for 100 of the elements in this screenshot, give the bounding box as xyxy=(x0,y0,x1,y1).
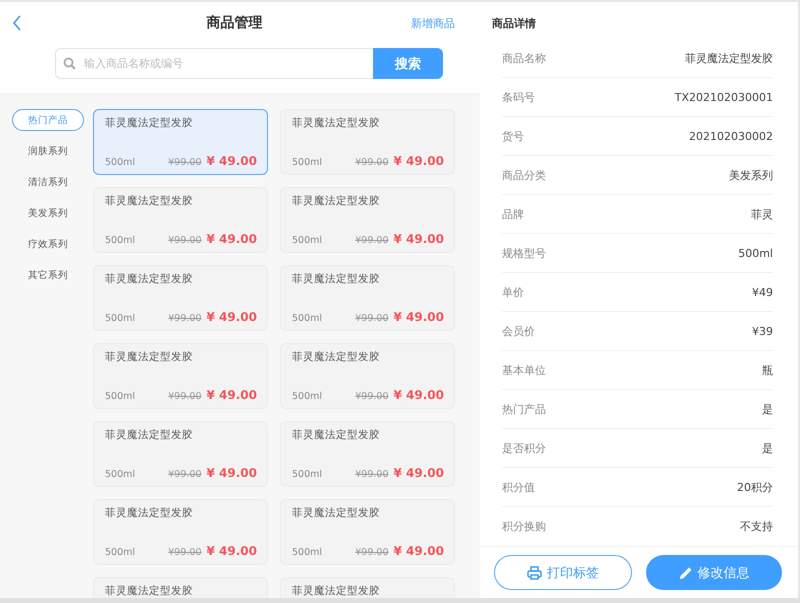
field-value: 是 xyxy=(762,402,773,416)
sale-price: ¥ 49.00 xyxy=(206,544,257,558)
product-card[interactable]: 菲灵魔法定型发胶 500ml ¥99.00 ¥ 49.00 xyxy=(93,187,268,253)
product-size: 500ml xyxy=(292,313,324,324)
product-name: 菲灵魔法定型发胶 xyxy=(292,350,381,364)
product-size: 500ml xyxy=(105,235,136,246)
product-size: 500ml xyxy=(105,313,136,324)
product-card[interactable]: 菲灵魔法定型发胶 500ml ¥99.00 ¥ 49.00 xyxy=(93,421,268,487)
product-name: 菲灵魔法定型发胶 xyxy=(105,116,194,130)
product-size: 500ml xyxy=(292,469,324,480)
original-price: ¥99.00 xyxy=(168,469,202,480)
product-card[interactable]: 菲灵魔法定型发胶 500ml ¥99.00 ¥ 49.00 xyxy=(280,265,455,331)
field-label: 商品分类 xyxy=(502,168,546,182)
original-price: ¥99.00 xyxy=(355,391,389,402)
product-card[interactable]: 菲灵魔法定型发胶 500ml ¥99.00 ¥ 49.00 xyxy=(280,499,455,565)
product-size: 500ml xyxy=(292,157,324,168)
search-icon xyxy=(63,57,76,70)
original-price: ¥99.00 xyxy=(168,547,202,558)
field-label: 积分值 xyxy=(502,480,535,494)
product-size: 500ml xyxy=(105,469,136,480)
field-value: 美发系列 xyxy=(729,168,773,182)
sale-price: ¥ 49.00 xyxy=(394,310,444,324)
category-tab[interactable]: 美发系列 xyxy=(12,202,84,224)
original-price: ¥99.00 xyxy=(168,235,202,246)
product-card[interactable]: 菲灵魔法定型发胶 xyxy=(280,577,455,598)
product-name: 菲灵魔法定型发胶 xyxy=(105,428,194,442)
field-value: 菲灵 xyxy=(751,206,773,222)
product-name: 菲灵魔法定型发胶 xyxy=(105,350,194,364)
product-card[interactable]: 菲灵魔法定型发胶 500ml ¥99.00 ¥ 49.00 xyxy=(93,109,268,175)
field-label: 热门产品 xyxy=(502,402,546,416)
product-size: 500ml xyxy=(292,547,324,558)
product-size: 500ml xyxy=(105,547,136,558)
field-label: 条码号 xyxy=(502,90,535,104)
product-card[interactable]: 菲灵魔法定型发胶 500ml ¥99.00 ¥ 49.00 xyxy=(280,109,455,175)
product-name: 菲灵魔法定型发胶 xyxy=(292,506,381,520)
product-card[interactable]: 菲灵魔法定型发胶 500ml ¥99.00 ¥ 49.00 xyxy=(280,421,455,487)
field-label: 基本单位 xyxy=(502,362,546,378)
product-card[interactable]: 菲灵魔法定型发胶 500ml ¥99.00 ¥ 49.00 xyxy=(93,499,268,565)
product-size: 500ml xyxy=(292,235,324,246)
sale-price: ¥ 49.00 xyxy=(206,154,257,168)
product-name: 菲灵魔法定型发胶 xyxy=(292,584,381,598)
pencil-icon xyxy=(678,566,692,580)
field-value: ¥39 xyxy=(752,324,773,338)
sale-price: ¥ 49.00 xyxy=(394,544,444,558)
product-card[interactable]: 菲灵魔法定型发胶 xyxy=(93,577,268,598)
details-title: 商品详情 xyxy=(491,16,537,31)
sale-price: ¥ 49.00 xyxy=(394,154,444,168)
field-value: 202102030002 xyxy=(689,130,773,142)
product-name: 菲灵魔法定型发胶 xyxy=(292,194,381,208)
category-tab[interactable]: 疗效系列 xyxy=(12,233,84,255)
sale-price: ¥ 49.00 xyxy=(206,388,257,402)
field-label: 货号 xyxy=(502,128,524,144)
printer-icon xyxy=(527,566,542,580)
product-card[interactable]: 菲灵魔法定型发胶 500ml ¥99.00 ¥ 49.00 xyxy=(93,265,268,331)
field-label: 会员价 xyxy=(502,324,535,338)
sale-price: ¥ 49.00 xyxy=(206,466,257,480)
sale-price: ¥ 49.00 xyxy=(394,466,444,480)
product-card[interactable]: 菲灵魔法定型发胶 500ml ¥99.00 ¥ 49.00 xyxy=(280,187,455,253)
category-tab[interactable]: 清洁系列 xyxy=(12,171,84,193)
product-card[interactable]: 菲灵魔法定型发胶 500ml ¥99.00 ¥ 49.00 xyxy=(93,343,268,409)
product-size: 500ml xyxy=(105,391,136,402)
search-field[interactable]: 输入商品名称或编号 xyxy=(55,48,373,79)
field-label: 商品名称 xyxy=(502,50,546,66)
original-price: ¥99.00 xyxy=(355,235,389,246)
field-value: 菲灵魔法定型发胶 xyxy=(685,50,773,66)
page-title: 商品管理 xyxy=(206,14,264,32)
product-size: 500ml xyxy=(292,391,324,402)
field-label: 单价 xyxy=(502,284,524,300)
original-price: ¥99.00 xyxy=(355,547,389,558)
field-value: ¥49 xyxy=(752,286,773,298)
product-card[interactable]: 菲灵魔法定型发胶 500ml ¥99.00 ¥ 49.00 xyxy=(280,343,455,409)
product-name: 菲灵魔法定型发胶 xyxy=(105,194,194,208)
category-tab[interactable]: 其它系列 xyxy=(12,264,84,286)
product-name: 菲灵魔法定型发胶 xyxy=(105,272,194,286)
field-value: 是 xyxy=(762,440,773,456)
chevron-left-icon xyxy=(12,15,22,31)
sale-price: ¥ 49.00 xyxy=(206,310,257,324)
category-tab[interactable]: 润肤系列 xyxy=(12,140,84,162)
original-price: ¥99.00 xyxy=(355,469,389,480)
field-label: 规格型号 xyxy=(502,246,546,260)
original-price: ¥99.00 xyxy=(168,391,202,402)
sale-price: ¥ 49.00 xyxy=(394,232,444,246)
sale-price: ¥ 49.00 xyxy=(206,232,257,246)
field-value: TX202102030001 xyxy=(674,90,773,104)
product-name: 菲灵魔法定型发胶 xyxy=(292,428,381,442)
original-price: ¥99.00 xyxy=(355,313,389,324)
field-value: 不支持 xyxy=(740,518,773,534)
field-value: 500ml xyxy=(738,246,773,260)
product-size: 500ml xyxy=(105,157,136,168)
product-name: 菲灵魔法定型发胶 xyxy=(105,584,194,598)
original-price: ¥99.00 xyxy=(168,313,202,324)
field-value: 瓶 xyxy=(762,362,773,378)
product-name: 菲灵魔法定型发胶 xyxy=(105,506,194,520)
field-label: 积分换购 xyxy=(502,518,546,534)
field-label: 品牌 xyxy=(502,206,524,222)
field-value: 20积分 xyxy=(737,480,773,494)
field-label: 是否积分 xyxy=(502,440,546,456)
original-price: ¥99.00 xyxy=(168,157,202,168)
sale-price: ¥ 49.00 xyxy=(394,388,444,402)
product-name: 菲灵魔法定型发胶 xyxy=(292,272,381,286)
